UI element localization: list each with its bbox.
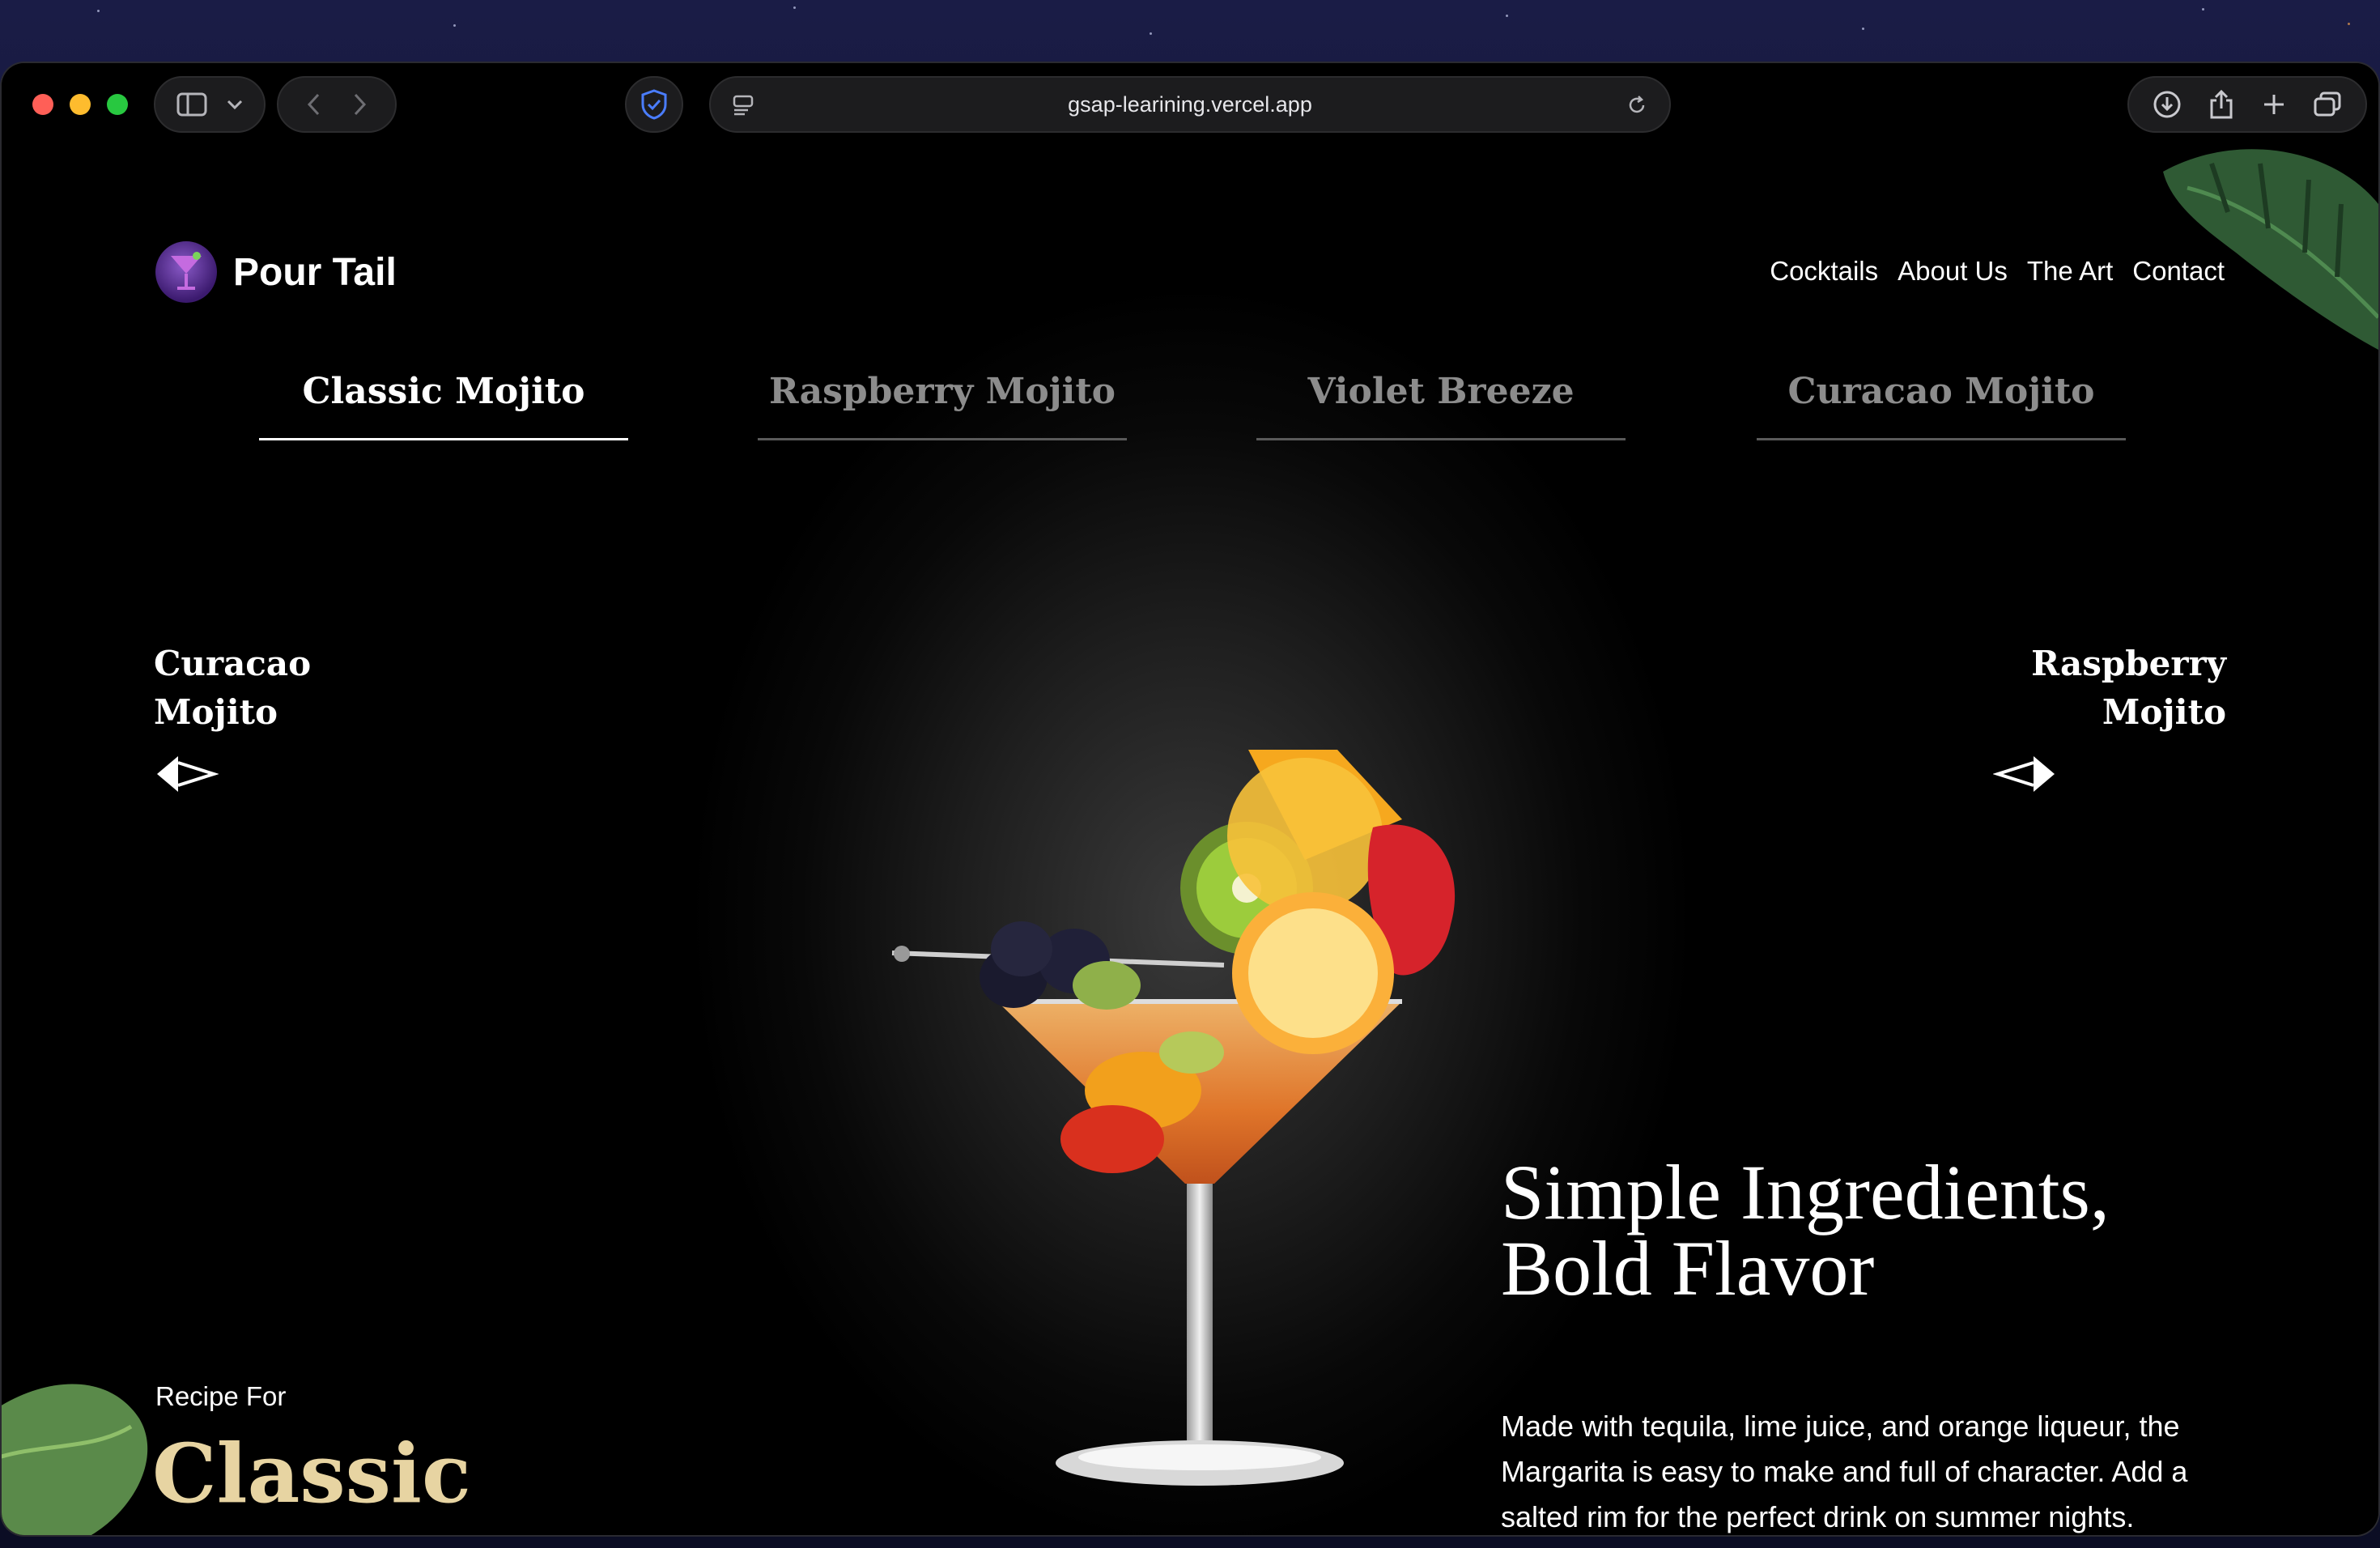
palm-leaf-top-right — [2163, 149, 2378, 350]
recipe-title-line1: Classic — [152, 1426, 471, 1521]
prev-cocktail-line1: Curacao — [154, 644, 312, 683]
privacy-shield-button[interactable] — [625, 76, 683, 133]
download-icon[interactable] — [2153, 90, 2182, 119]
chevron-down-icon — [227, 100, 242, 110]
recipe-title: Classic Mojito — [152, 1425, 638, 1535]
tab-classic-mojito[interactable]: Classic Mojito — [259, 351, 628, 440]
address-bar[interactable]: gsap-learining.vercel.app — [709, 76, 1671, 133]
nav-contact[interactable]: Contact — [2132, 256, 2225, 287]
tab-raspberry-mojito[interactable]: Raspberry Mojito — [758, 351, 1127, 440]
history-nav — [277, 76, 397, 133]
brand[interactable]: Pour Tail — [155, 241, 397, 303]
zoom-window-button[interactable] — [107, 94, 128, 115]
nav-the-art[interactable]: The Art — [2027, 256, 2113, 287]
right-arrow-icon[interactable] — [1993, 751, 2058, 797]
main-nav: Cocktails About Us The Art Contact — [1770, 256, 2225, 287]
prev-cocktail-button[interactable]: Curacao Mojito — [154, 640, 364, 737]
share-icon[interactable] — [2208, 89, 2234, 120]
headline-line1: Simple Ingredients, — [1501, 1149, 2110, 1235]
recipe-title-line2: Mojito — [152, 1522, 638, 1535]
details-headline: Simple Ingredients, Bold Flavor — [1501, 1149, 2229, 1312]
page-menu-icon[interactable] — [732, 94, 754, 117]
palm-leaf-bottom-left — [2, 1384, 148, 1535]
shield-icon — [641, 89, 667, 120]
nav-cocktails[interactable]: Cocktails — [1770, 256, 1878, 287]
recipe-caption: Recipe For — [155, 1381, 287, 1411]
cocktail-logo-icon — [155, 241, 217, 303]
minimize-window-button[interactable] — [70, 94, 91, 115]
prev-cocktail-line2: Mojito — [154, 692, 278, 732]
next-cocktail-button[interactable]: Raspberry Mojito — [1983, 640, 2226, 737]
tab-curacao-mojito[interactable]: Curacao Mojito — [1757, 351, 2126, 440]
nav-about-us[interactable]: About Us — [1898, 256, 2008, 287]
cocktail-image — [891, 750, 1456, 1486]
url-text: gsap-learining.vercel.app — [1068, 91, 1312, 117]
reload-icon[interactable] — [1626, 94, 1648, 117]
next-cocktail-line1: Raspberry — [2031, 644, 2226, 683]
close-window-button[interactable] — [32, 94, 53, 115]
browser-window: gsap-learining.vercel.app Pour Tail Cock… — [2, 63, 2378, 1535]
back-icon[interactable] — [306, 92, 322, 117]
headline-line2: Bold Flavor — [1501, 1225, 1875, 1312]
forward-icon[interactable] — [351, 92, 368, 117]
cocktail-tabs: Classic Mojito Raspberry Mojito Violet B… — [259, 351, 2126, 440]
sidebar-toggle-button[interactable] — [154, 76, 266, 133]
next-cocktail-line2: Mojito — [2102, 692, 2226, 732]
new-tab-icon[interactable] — [2262, 92, 2286, 117]
web-page: Pour Tail Cocktails About Us The Art Con… — [2, 147, 2378, 1535]
sidebar-icon — [176, 92, 206, 117]
tab-overview-icon[interactable] — [2313, 91, 2342, 118]
toolbar-actions — [2127, 76, 2367, 133]
browser-toolbar: gsap-learining.vercel.app — [2, 63, 2378, 147]
left-arrow-icon[interactable] — [154, 751, 219, 797]
details-description: Made with tequila, lime juice, and orang… — [1501, 1410, 2188, 1533]
tab-violet-breeze[interactable]: Violet Breeze — [1256, 351, 1626, 440]
brand-name: Pour Tail — [233, 250, 397, 294]
